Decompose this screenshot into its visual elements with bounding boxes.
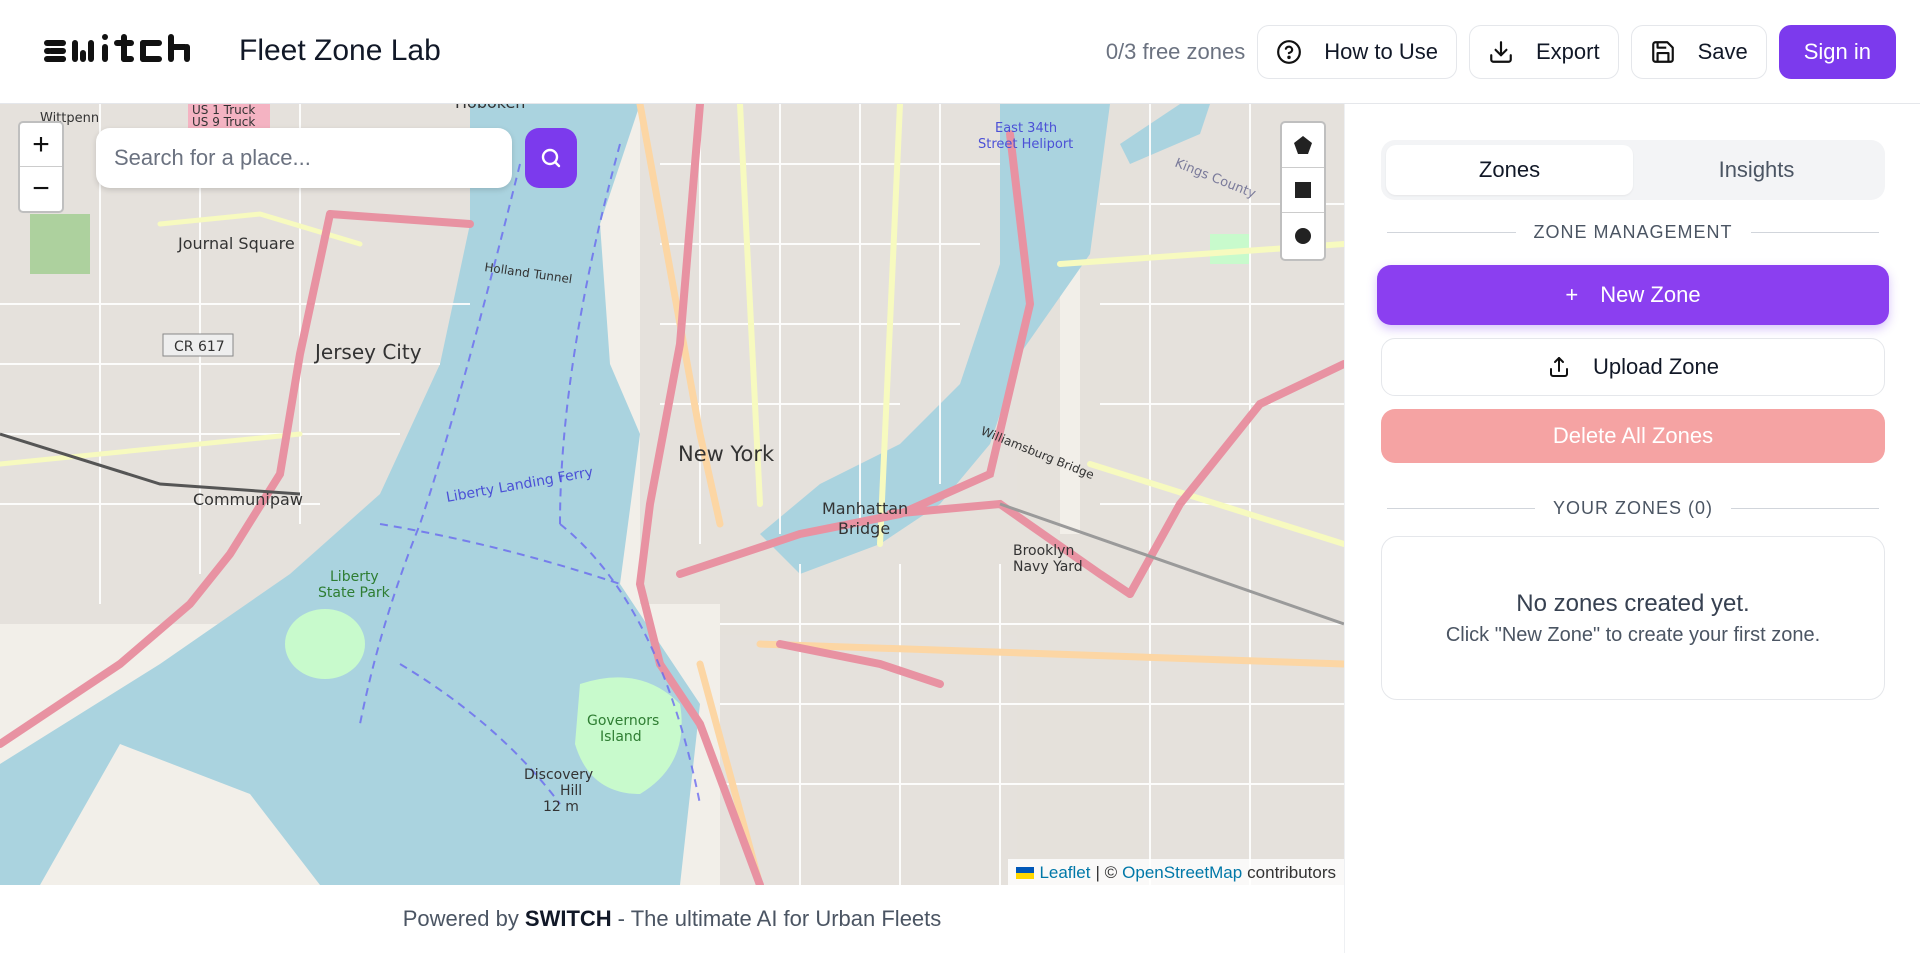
draw-rectangle-button[interactable] <box>1282 168 1324 213</box>
download-icon <box>1490 41 1512 63</box>
label-heliport: East 34th <box>995 121 1057 136</box>
free-zones-counter: 0/3 free zones <box>1105 39 1246 64</box>
header-actions: 0/3 free zones How to Use Export Save Si… <box>1106 25 1896 79</box>
label-new-york: New York <box>678 442 775 466</box>
your-zones-title: YOUR ZONES (0) <box>1553 498 1714 518</box>
ukraine-flag-icon <box>1016 867 1035 879</box>
circle-icon <box>1295 227 1311 244</box>
osm-link[interactable]: OpenStreetMap <box>1122 863 1242 883</box>
place-search <box>96 128 512 188</box>
zone-panel: Zones Insights ZONE MANAGEMENT + New Zon… <box>1344 104 1920 953</box>
zoom-out-button[interactable]: − <box>20 167 62 211</box>
draw-circle-button[interactable] <box>1282 213 1324 258</box>
delete-all-label: Delete All Zones <box>1552 423 1714 448</box>
label-jersey-city: Jersey City <box>313 340 422 364</box>
label-governors-island: Governors <box>587 713 659 729</box>
new-zone-button[interactable]: + New Zone <box>1377 265 1889 325</box>
zoom-in-button[interactable]: + <box>20 123 62 167</box>
svg-text:12 m: 12 m <box>543 799 579 815</box>
switch-logo[interactable] <box>44 34 214 68</box>
svg-text:State Park: State Park <box>318 585 391 601</box>
plus-icon: + <box>1565 282 1579 307</box>
label-manhattan-bridge: Manhattan <box>822 499 908 518</box>
save-label: Save <box>1697 39 1748 64</box>
map-tiles[interactable]: New York Jersey City Journal Square Comm… <box>0 104 1344 885</box>
draw-toolbar <box>1280 121 1326 261</box>
attribution-separator: | © <box>1095 863 1118 882</box>
label-hoboken: Hoboken <box>455 104 525 112</box>
save-button[interactable]: Save <box>1630 25 1767 79</box>
label-journal-square: Journal Square <box>177 234 295 253</box>
sign-in-label: Sign in <box>1803 39 1871 64</box>
empty-hint: Click "New Zone" to create your first zo… <box>1445 623 1821 646</box>
upload-zone-button[interactable]: Upload Zone <box>1381 338 1885 396</box>
export-button[interactable]: Export <box>1468 25 1619 79</box>
svg-text:Island: Island <box>600 729 642 745</box>
tab-zones[interactable]: Zones <box>1386 145 1633 195</box>
search-input[interactable] <box>114 145 512 171</box>
label-us9-truck: US 9 Truck <box>192 115 255 129</box>
zoom-control: + − <box>18 121 64 213</box>
footer-brand: SWITCH <box>524 906 612 931</box>
label-discovery-hill: Discovery <box>524 767 593 783</box>
zone-management-title: ZONE MANAGEMENT <box>1533 222 1733 242</box>
tab-insights[interactable]: Insights <box>1633 145 1880 195</box>
svg-text:Street Heliport: Street Heliport <box>978 137 1073 152</box>
empty-title: No zones created yet. <box>1516 589 1750 617</box>
leaflet-link[interactable]: Leaflet <box>1039 863 1090 883</box>
sign-in-button[interactable]: Sign in <box>1778 25 1896 79</box>
zones-empty-state: No zones created yet. Click "New Zone" t… <box>1381 536 1885 700</box>
app-header: Fleet Zone Lab 0/3 free zones How to Use… <box>0 0 1920 104</box>
svg-text:Navy Yard: Navy Yard <box>1013 559 1083 575</box>
upload-icon <box>1550 357 1568 377</box>
svg-text:Hill: Hill <box>560 783 582 799</box>
map-attribution: Leaflet | © OpenStreetMap contributors <box>1008 859 1344 885</box>
square-icon <box>1295 182 1311 198</box>
svg-text:Bridge: Bridge <box>838 519 890 538</box>
map-view[interactable]: New York Jersey City Journal Square Comm… <box>0 104 1344 885</box>
search-button[interactable] <box>525 128 577 188</box>
zone-management-heading: ZONE MANAGEMENT <box>1387 222 1880 243</box>
how-to-use-label: How to Use <box>1324 39 1438 64</box>
panel-tabs: Zones Insights <box>1381 140 1885 200</box>
polygon-icon <box>1294 136 1312 154</box>
draw-polygon-button[interactable] <box>1282 123 1324 168</box>
label-brooklyn-navy-yard: Brooklyn <box>1013 543 1074 559</box>
delete-all-zones-button[interactable]: Delete All Zones <box>1381 409 1885 463</box>
attribution-contributors: contributors <box>1247 863 1336 882</box>
your-zones-heading: YOUR ZONES (0) <box>1387 498 1880 519</box>
new-zone-label: New Zone <box>1600 282 1701 307</box>
export-label: Export <box>1535 39 1600 64</box>
label-communipaw: Communipaw <box>193 490 303 509</box>
search-icon <box>541 148 561 168</box>
label-cr617: CR 617 <box>174 339 225 355</box>
upload-zone-label: Upload Zone <box>1593 354 1719 379</box>
help-circle-icon <box>1277 40 1302 64</box>
footer-suffix: - The ultimate AI for Urban Fleets <box>617 906 942 931</box>
footer: Powered by SWITCH - The ultimate AI for … <box>0 885 1344 953</box>
label-liberty-state-park: Liberty <box>330 569 379 585</box>
app-title: Fleet Zone Lab <box>239 34 441 67</box>
how-to-use-button[interactable]: How to Use <box>1257 25 1457 79</box>
save-icon <box>1651 41 1674 63</box>
footer-prefix: Powered by <box>402 906 519 931</box>
